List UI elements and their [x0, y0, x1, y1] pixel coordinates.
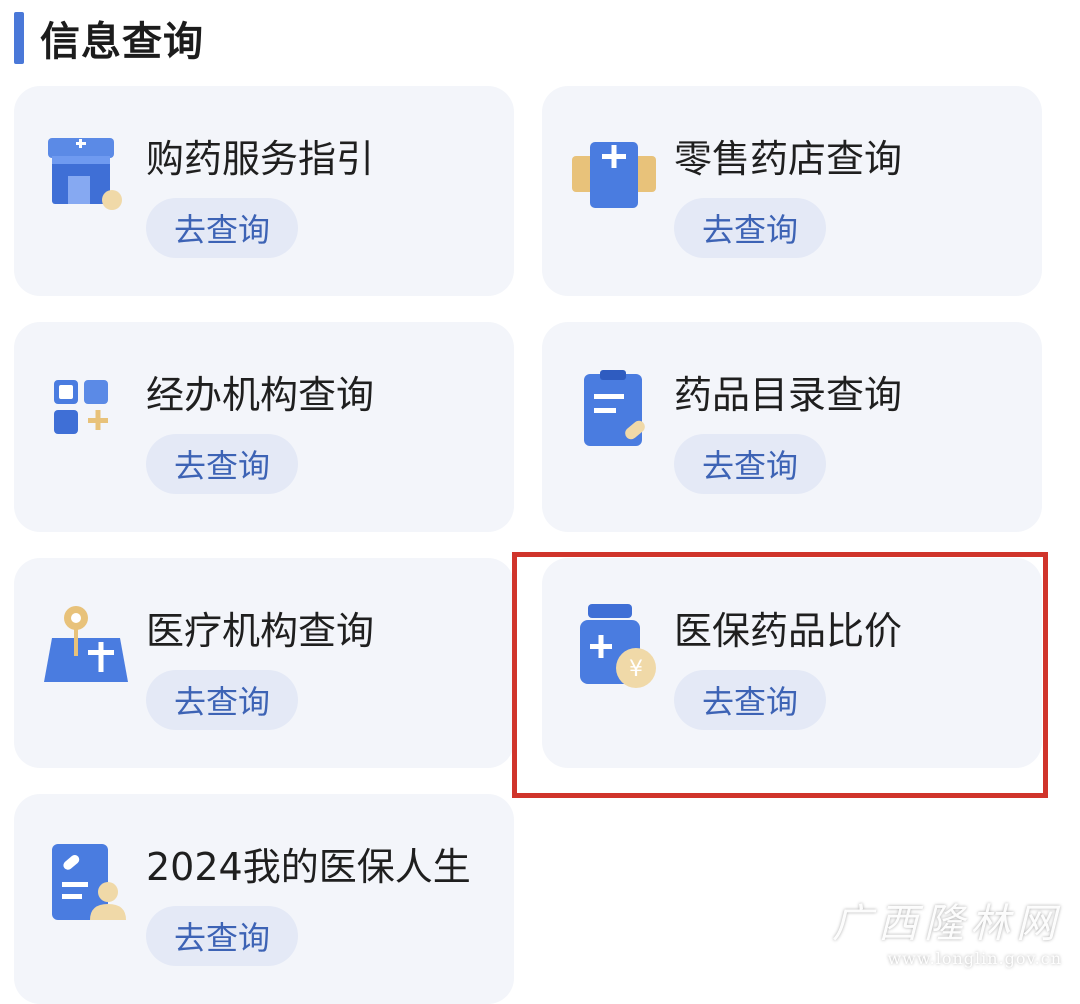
card-title: 2024我的医保人生	[146, 845, 471, 889]
query-button[interactable]: 去查询	[674, 670, 826, 730]
section-accent-bar	[14, 12, 24, 64]
card-drug-catalog[interactable]: 药品目录查询 去查询	[542, 322, 1042, 532]
watermark-name: 广西隆林网	[832, 901, 1062, 947]
card-medical-institution[interactable]: 医疗机构查询 去查询	[14, 558, 514, 768]
drug-price-compare-icon: ¥	[580, 604, 656, 688]
watermark-url: www.longlin.gov.cn	[887, 949, 1062, 968]
card-purchase-guide[interactable]: 购药服务指引 去查询	[14, 86, 514, 296]
card-my-insurance-life[interactable]: 2024我的医保人生 去查询	[14, 794, 514, 1004]
pharmacy-store-icon	[48, 138, 122, 210]
watermark: 广西隆林网 www.longlin.gov.cn	[832, 891, 1062, 968]
card-title: 经办机构查询	[146, 373, 375, 417]
query-button[interactable]: 去查询	[674, 434, 826, 494]
query-button[interactable]: 去查询	[146, 434, 298, 494]
query-button[interactable]: 去查询	[146, 198, 298, 258]
svg-text:¥: ¥	[629, 657, 643, 682]
my-insurance-record-icon	[52, 844, 126, 920]
query-button[interactable]: 去查询	[146, 906, 298, 966]
card-title: 医疗机构查询	[146, 609, 375, 653]
card-agency-query[interactable]: 经办机构查询 去查询	[14, 322, 514, 532]
medical-institution-map-icon	[44, 606, 128, 682]
card-title: 医保药品比价	[674, 609, 903, 653]
query-button[interactable]: 去查询	[674, 198, 826, 258]
card-title: 药品目录查询	[674, 373, 903, 417]
card-title: 购药服务指引	[146, 137, 375, 181]
agency-grid-icon	[54, 380, 108, 434]
section-header: 信息查询	[14, 10, 204, 66]
card-title: 零售药店查询	[674, 137, 903, 181]
section-title: 信息查询	[40, 19, 204, 65]
drug-catalog-icon	[584, 370, 645, 446]
query-button[interactable]: 去查询	[146, 670, 298, 730]
card-drug-price-compare[interactable]: ¥ 医保药品比价 去查询	[542, 558, 1042, 768]
card-retail-pharmacy[interactable]: 零售药店查询 去查询	[542, 86, 1042, 296]
retail-pharmacy-icon	[572, 142, 656, 208]
